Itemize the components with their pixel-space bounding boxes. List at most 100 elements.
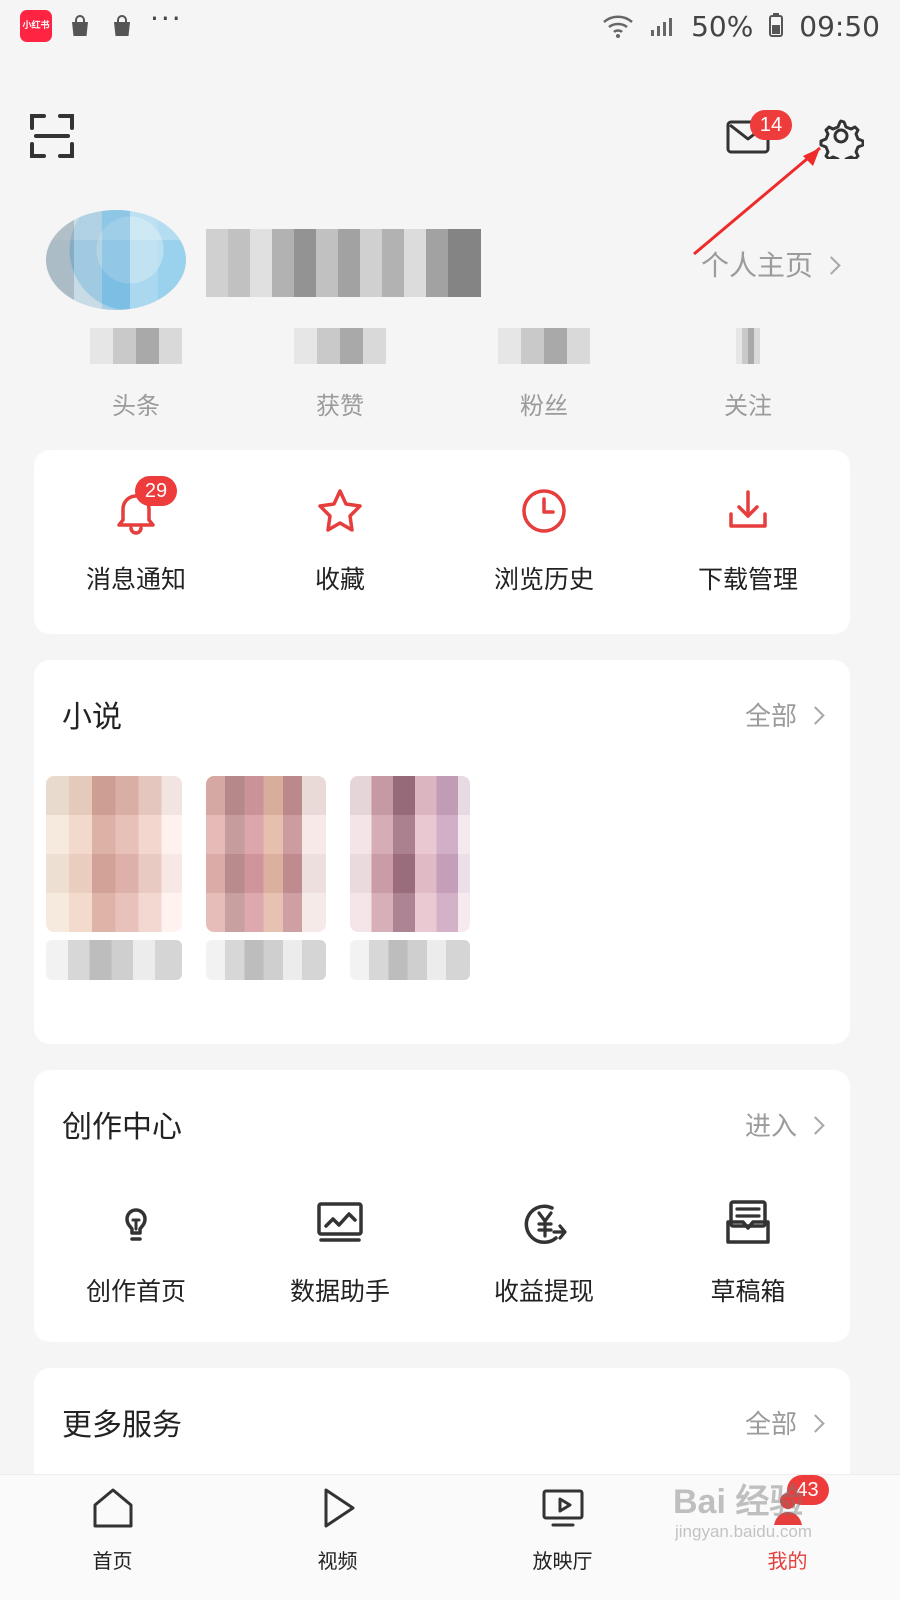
tab-profile[interactable]: 43 我的	[675, 1475, 900, 1574]
yen-withdraw-icon	[517, 1196, 571, 1250]
more-services-card: 更多服务 全部	[34, 1368, 850, 1488]
creator-home-label: 创作首页	[85, 1277, 186, 1306]
wifi-icon	[601, 12, 635, 40]
profile-home-link[interactable]: 个人主页	[700, 244, 841, 284]
bottom-tab-bar: 首页 视频 放映厅 43 我的	[0, 1474, 900, 1600]
creation-center-card: 创作中心 进入 创作首页 数据助手 收益提现 草稿箱	[34, 1070, 850, 1342]
novel-section-title: 小说	[62, 700, 122, 735]
chevron-right-icon	[806, 1414, 825, 1433]
creation-enter-label: 进入	[744, 1112, 797, 1142]
creation-grid: 创作首页 数据助手 收益提现 草稿箱	[34, 1196, 850, 1308]
stat-item[interactable]: 获赞	[238, 320, 442, 420]
signal-icon	[649, 12, 677, 40]
profile-icon: 43	[765, 1475, 829, 1531]
status-right-icons: 50% 09:50	[601, 10, 880, 43]
tab-video[interactable]: 视频	[225, 1485, 450, 1574]
shopping-bag-icon	[108, 12, 136, 40]
username-blur	[206, 229, 481, 297]
status-left-icons: 小红书 ···	[20, 2, 183, 43]
avatar[interactable]	[46, 210, 186, 310]
stat-label: 头条	[112, 392, 160, 420]
settings-gear-icon[interactable]	[818, 113, 865, 166]
bell-icon: 29	[109, 476, 177, 538]
notifications-badge: 29	[135, 476, 177, 506]
profile-home-label: 个人主页	[700, 249, 813, 282]
battery-icon	[767, 12, 785, 40]
scan-icon[interactable]	[28, 112, 76, 160]
tab-theater-label: 放映厅	[532, 1549, 593, 1573]
chevron-right-icon	[806, 706, 825, 725]
book-cover-image	[350, 776, 470, 932]
profile-tab-badge: 43	[786, 1475, 829, 1505]
home-icon	[90, 1485, 136, 1531]
stat-item[interactable]: 头条	[34, 320, 238, 420]
tab-home-label: 首页	[92, 1549, 133, 1573]
creation-enter-link[interactable]: 进入	[744, 1106, 825, 1143]
stat-value-blur	[498, 328, 590, 364]
earnings-withdraw-item[interactable]: 收益提现	[442, 1196, 646, 1308]
book-title-blur	[46, 940, 182, 980]
downloads-item[interactable]: 下载管理	[646, 484, 850, 596]
quick-actions-card: 29 消息通知 收藏 浏览历史 下载管理	[34, 450, 850, 634]
history-item[interactable]: 浏览历史	[442, 484, 646, 596]
quick-actions-grid: 29 消息通知 收藏 浏览历史 下载管理	[34, 476, 850, 596]
notifications-label: 消息通知	[85, 565, 186, 594]
play-icon	[315, 1485, 361, 1531]
chart-icon	[313, 1196, 367, 1250]
profile-stats: 头条 获赞 粉丝 关注	[34, 320, 850, 420]
novel-all-link[interactable]: 全部	[744, 696, 825, 733]
creation-section-title: 创作中心	[62, 1110, 182, 1145]
star-icon	[313, 484, 367, 538]
stat-item[interactable]: 关注	[646, 320, 850, 420]
tab-home[interactable]: 首页	[0, 1485, 225, 1574]
drafts-item[interactable]: 草稿箱	[646, 1196, 850, 1308]
services-all-label: 全部	[744, 1410, 797, 1440]
mail-button[interactable]: 14	[720, 110, 792, 160]
book-title-blur	[350, 940, 470, 980]
chevron-right-icon	[806, 1116, 825, 1135]
tab-video-label: 视频	[317, 1549, 358, 1573]
services-section-title: 更多服务	[62, 1408, 182, 1443]
earnings-withdraw-label: 收益提现	[493, 1277, 594, 1306]
stat-label: 获赞	[316, 392, 364, 420]
status-bar: 小红书 ··· 50% 09:50	[0, 0, 900, 52]
more-icon: ···	[150, 1, 183, 35]
draft-box-icon	[721, 1196, 775, 1250]
stat-item[interactable]: 粉丝	[442, 320, 646, 420]
favorites-item[interactable]: 收藏	[238, 484, 442, 596]
stat-label: 关注	[724, 392, 772, 420]
stat-label: 粉丝	[520, 392, 568, 420]
drafts-label: 草稿箱	[710, 1277, 786, 1306]
book-cover-image	[46, 776, 182, 932]
novel-book[interactable]	[350, 776, 470, 982]
notifications-item[interactable]: 29 消息通知	[34, 476, 238, 596]
data-assistant-label: 数据助手	[289, 1277, 390, 1306]
mail-badge: 14	[750, 110, 792, 140]
creator-home-item[interactable]: 创作首页	[34, 1196, 238, 1308]
downloads-label: 下载管理	[697, 565, 798, 594]
stat-value-blur	[294, 328, 386, 364]
avatar-blur	[46, 210, 186, 310]
tab-profile-label: 我的	[767, 1549, 808, 1573]
status-time: 09:50	[799, 9, 880, 43]
battery-percent: 50%	[691, 9, 754, 43]
stat-value-blur	[90, 328, 182, 364]
shopping-bag-icon	[66, 12, 94, 40]
chevron-right-icon	[822, 255, 841, 275]
novel-book[interactable]	[206, 776, 326, 982]
download-icon	[721, 484, 775, 538]
tab-theater[interactable]: 放映厅	[450, 1485, 675, 1574]
novel-all-label: 全部	[744, 702, 797, 732]
history-label: 浏览历史	[493, 565, 594, 594]
novel-book[interactable]	[46, 776, 182, 982]
novel-card: 小说 全部	[34, 660, 850, 1044]
book-title-blur	[206, 940, 326, 980]
my-page-screen: 小红书 ··· 50% 09:50 14 个人主页 头条 获赞 粉丝 关注 29…	[0, 0, 900, 1600]
novel-book-grid	[46, 776, 470, 982]
data-assistant-item[interactable]: 数据助手	[238, 1196, 442, 1308]
red-book-app-icon: 小红书	[20, 10, 52, 42]
lightbulb-icon	[109, 1196, 163, 1250]
favorites-label: 收藏	[314, 565, 365, 594]
services-all-link[interactable]: 全部	[744, 1404, 825, 1441]
clock-icon	[517, 484, 571, 538]
